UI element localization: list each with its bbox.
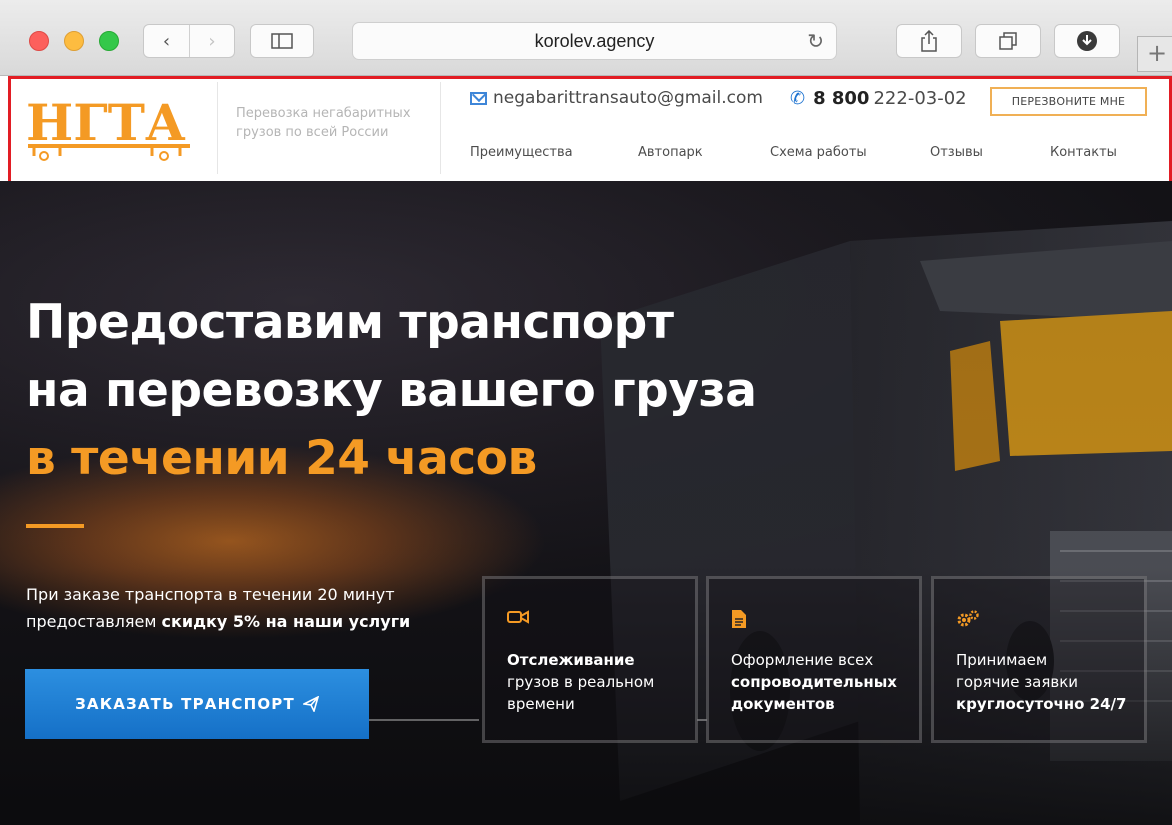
logo[interactable]: НГТА (24, 92, 196, 164)
downloads-button[interactable] (1054, 24, 1120, 58)
order-button-label: ЗАКАЗАТЬ ТРАНСПОРТ (75, 695, 295, 713)
header-divider (440, 82, 441, 174)
decor-line (369, 719, 479, 721)
offer-line: При заказе транспорта в течении 20 минут (26, 585, 395, 604)
close-window-button[interactable] (29, 31, 49, 51)
discount-offer: При заказе транспорта в течении 20 минут… (26, 581, 466, 635)
feature-bold: круглосуточно 24/7 (956, 695, 1127, 713)
feature-card-orders: Принимаем горячие заявки круглосуточно 2… (931, 576, 1147, 743)
address-bar[interactable]: korolev.agency ↻ (352, 22, 837, 60)
new-tab-button[interactable]: + (1137, 36, 1172, 72)
share-button[interactable] (896, 24, 962, 58)
feature-line: Оформление всех (731, 651, 874, 669)
mail-icon (470, 91, 487, 105)
download-icon (1077, 31, 1097, 51)
hero-section: Предоставим транспорт на перевозку вашег… (0, 181, 1172, 825)
tab-overview-button[interactable] (975, 24, 1041, 58)
offer-discount: скидку 5% на наши услуги (161, 612, 411, 631)
offer-text: предоставляем (26, 612, 162, 631)
nav-item-fleet[interactable]: Автопарк (638, 145, 703, 160)
tagline-line: Перевозка негабаритных (236, 106, 411, 121)
header-tagline: Перевозка негабаритных грузов по всей Ро… (236, 104, 426, 142)
email-text: negabarittransauto@gmail.com (493, 88, 763, 108)
paper-plane-icon (302, 696, 319, 712)
offer-line: предоставляем скидку 5% на наши услуги (26, 608, 466, 635)
tabs-icon (999, 32, 1017, 50)
minimize-window-button[interactable] (64, 31, 84, 51)
nav-item-workflow[interactable]: Схема работы (770, 145, 867, 160)
phone-text: 8 800 222-03-02 (813, 88, 967, 109)
feature-line: грузов в реальном (507, 673, 655, 691)
feature-line: горячие заявки (956, 673, 1079, 691)
tagline-line: грузов по всей России (236, 125, 389, 140)
email-link[interactable]: negabarittransauto@gmail.com (470, 88, 763, 108)
forward-button[interactable]: › (188, 25, 234, 57)
headline-line: Предоставим транспорт (26, 295, 674, 350)
phone-number: 222-03-02 (873, 88, 967, 109)
browser-toolbar: ‹ › korolev.agency ↻ + (0, 0, 1172, 76)
feature-text: Отслеживание грузов в реальном времени (507, 649, 695, 715)
video-camera-icon (507, 609, 695, 635)
feature-text: Оформление всех сопроводительных докумен… (731, 649, 919, 715)
feature-text: Принимаем горячие заявки круглосуточно 2… (956, 649, 1144, 715)
nav-item-advantages[interactable]: Преимущества (470, 145, 573, 160)
reload-icon[interactable]: ↻ (807, 29, 824, 54)
feature-line: времени (507, 695, 575, 713)
zoom-window-button[interactable] (99, 31, 119, 51)
feature-card-tracking: Отслеживание грузов в реальном времени (482, 576, 698, 743)
sidebar-icon (271, 33, 293, 49)
hero-headline: Предоставим транспорт на перевозку вашег… (26, 289, 757, 493)
phone-prefix: 8 800 (813, 88, 870, 109)
feature-card-documents: Оформление всех сопроводительных докумен… (706, 576, 922, 743)
headline-line: на перевозку вашего груза (26, 363, 757, 418)
nav-item-contacts[interactable]: Контакты (1050, 145, 1117, 160)
header-divider (217, 82, 218, 174)
gears-icon (956, 609, 1144, 635)
back-button[interactable]: ‹ (144, 25, 189, 57)
feature-bold: сопроводительных (731, 673, 897, 691)
feature-line: Принимаем (956, 651, 1048, 669)
logo-text: НГТА (26, 93, 186, 152)
feature-bold: документов (731, 695, 835, 713)
accent-divider (26, 524, 84, 528)
history-nav: ‹ › (143, 24, 235, 58)
phone-icon: ✆ (790, 88, 806, 109)
document-icon (731, 609, 919, 635)
headline-accent-line: в течении 24 часов (26, 431, 537, 486)
callback-button[interactable]: ПЕРЕЗВОНИТЕ МНЕ (990, 87, 1147, 116)
share-icon (921, 30, 937, 52)
sidebar-toggle-button[interactable] (250, 24, 314, 58)
phone-link[interactable]: ✆ 8 800 222-03-02 (790, 88, 967, 109)
url-text: korolev.agency (534, 30, 655, 51)
nav-item-reviews[interactable]: Отзывы (930, 145, 983, 160)
order-transport-button[interactable]: ЗАКАЗАТЬ ТРАНСПОРТ (25, 669, 369, 739)
feature-bold: Отслеживание (507, 651, 635, 669)
